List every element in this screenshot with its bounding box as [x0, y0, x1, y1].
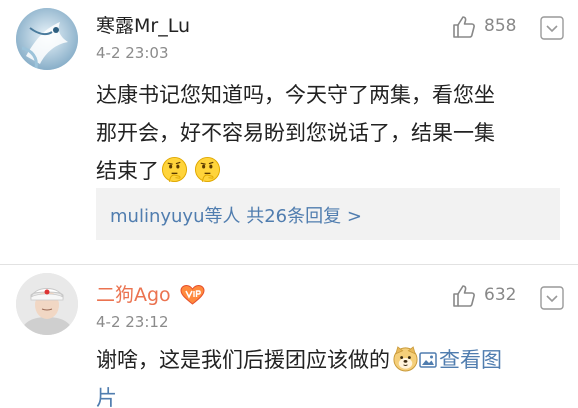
like-count: 632 [484, 285, 517, 305]
replies-summary: mulinyuyu等人 共26条回复 > [110, 202, 362, 228]
avatar[interactable] [16, 8, 78, 70]
like-button[interactable]: 632 [452, 283, 524, 309]
reply-count: 共26条回复 [246, 206, 342, 227]
thumbs-up-icon [453, 285, 475, 307]
username[interactable]: 寒露Mr_Lu [96, 14, 190, 38]
comment-1: 寒露Mr_Lu 4-2 23:03 858 达康书记您知道吗，今天守了两集，看您… [0, 0, 578, 264]
comment-text-line: 那开会，好不容易盼到您说话了，结果一集 [96, 121, 495, 145]
reply-middle-text: 等人 [204, 206, 247, 227]
view-picture-link-continued[interactable]: 片 [96, 379, 566, 408]
comment-timestamp: 4-2 23:12 [96, 313, 169, 331]
comment-text-line: 谢啥，这是我们后援团应该做的 查看图 [96, 341, 566, 379]
image-icon [419, 352, 437, 368]
vip-badge-icon [180, 284, 205, 305]
view-picture-link[interactable]: 查看图 [419, 348, 502, 372]
comment-text: 谢啥，这是我们后援团应该做的 查看图 片 [96, 341, 566, 408]
username[interactable]: 二狗Ago [96, 283, 171, 307]
comment-timestamp: 4-2 23:03 [96, 44, 169, 62]
comment-text: 达康书记您知道吗，今天守了两集，看您坐 那开会，好不容易盼到您说话了，结果一集 … [96, 76, 566, 190]
avatar[interactable] [16, 273, 78, 335]
comment-2: 二狗Ago 4-2 23:12 632 谢啥，这是我们后援团应该做的 查看图 片 [0, 265, 578, 408]
thumbs-up-icon [453, 16, 475, 38]
like-count: 858 [484, 16, 517, 36]
doge-emoji-icon [393, 346, 418, 372]
like-button[interactable]: 858 [452, 14, 524, 40]
chevron-right-icon: > [341, 206, 362, 227]
chevron-down-icon[interactable] [540, 286, 564, 310]
comment-text-line-last: 结束了 [96, 152, 566, 190]
chevron-down-icon[interactable] [540, 16, 564, 40]
comment-text-line: 达康书记您知道吗，今天守了两集，看您坐 [96, 83, 495, 107]
view-replies-link[interactable]: mulinyuyu等人 共26条回复 > [96, 188, 560, 240]
thinking-emoji-icon [161, 156, 188, 183]
thinking-emoji-icon [194, 156, 221, 183]
reply-user: mulinyuyu [110, 206, 205, 227]
